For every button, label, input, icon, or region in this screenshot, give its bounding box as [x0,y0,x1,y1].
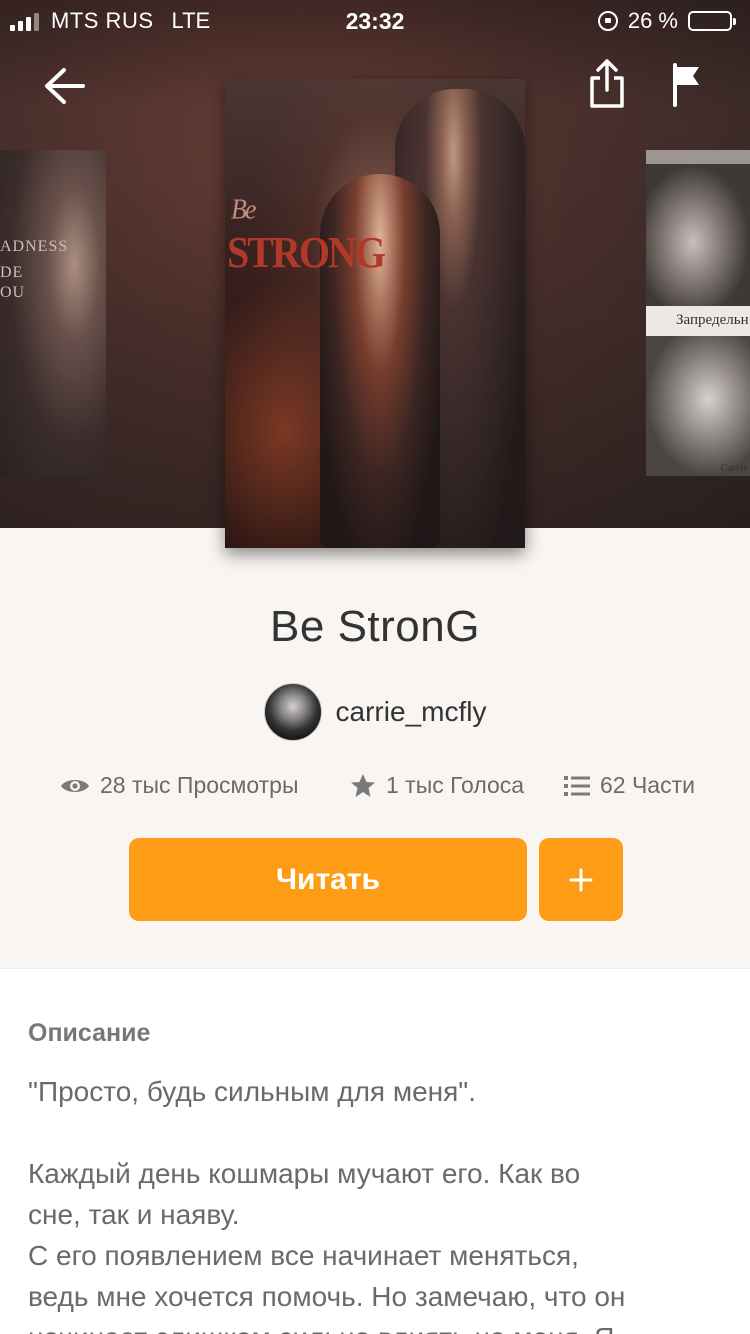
cover-text: DE [0,264,24,281]
share-icon [590,59,624,108]
author-avatar[interactable] [263,683,322,741]
plus-icon [569,868,593,891]
description-heading: Описание [28,1019,151,1047]
read-button[interactable]: Читать [129,838,527,921]
cover-text: Запредельн [646,306,750,336]
cover-text: Be [231,193,256,226]
cover-image [646,336,750,476]
votes-stat: 1 тыс Голоса [350,772,524,799]
previous-story-cover[interactable]: ADNESS DE OU [0,150,106,476]
story-title: Be StronG [270,602,480,651]
description-line: "Просто, будь сильным для меня". [28,1076,477,1107]
description-line: С его появлением все начинает меняться, [28,1240,579,1271]
next-story-cover[interactable]: Запредельн Carrie [646,150,750,476]
star-icon [351,774,375,797]
description-section: Описание "Просто, будь сильным для меня"… [0,968,750,1334]
add-to-library-button[interactable] [539,838,623,921]
cover-text: OU [0,284,26,301]
cover-signature: Carrie [720,462,748,474]
author-link[interactable]: carrie_mcfly [0,682,750,742]
rotation-lock-icon [597,11,618,31]
story-cover[interactable]: Be STRONG [225,79,525,548]
report-button[interactable] [660,56,714,112]
flag-icon [673,63,699,107]
cover-title-art: Be STRONG [227,193,386,278]
parts-stat: 62 Части [564,772,695,799]
eye-icon [61,779,89,792]
back-button[interactable] [36,58,92,114]
description-line: начинает слишком сильно влиять на меня. … [28,1317,718,1334]
description-line: Каждый день кошмары мучают его. Как во [28,1158,581,1189]
story-details-screen: MTS RUS LTE 23:32 26 % ADNESS DE OU Be S… [0,0,750,1334]
story-stats: 28 тыс Просмотры 1 тыс Голоса 62 Части [0,772,750,808]
author-name[interactable]: carrie_mcfly [336,696,487,728]
back-arrow-icon [45,68,85,104]
status-right: 26 % [597,8,736,34]
views-stat: 28 тыс Просмотры [60,772,299,799]
list-icon [564,775,590,796]
description-line: сне, так и наяву. [28,1199,240,1230]
battery-percent: 26 % [627,8,678,33]
share-button[interactable] [580,56,634,112]
votes-count: 1 тыс Голоса [386,772,525,798]
cover-text: STRONG [227,227,386,277]
description-text: "Просто, будь сильным для меня". Каждый … [28,1071,718,1334]
status-bar: MTS RUS LTE 23:32 26 % [0,0,750,40]
parts-count: 62 Части [600,772,695,798]
cover-text: ADNESS [0,238,69,255]
description-line: ведь мне хочется помочь. Но замечаю, что… [28,1281,626,1312]
battery-icon [688,11,736,31]
cover-image [646,164,750,306]
views-count: 28 тыс Просмотры [100,772,299,798]
